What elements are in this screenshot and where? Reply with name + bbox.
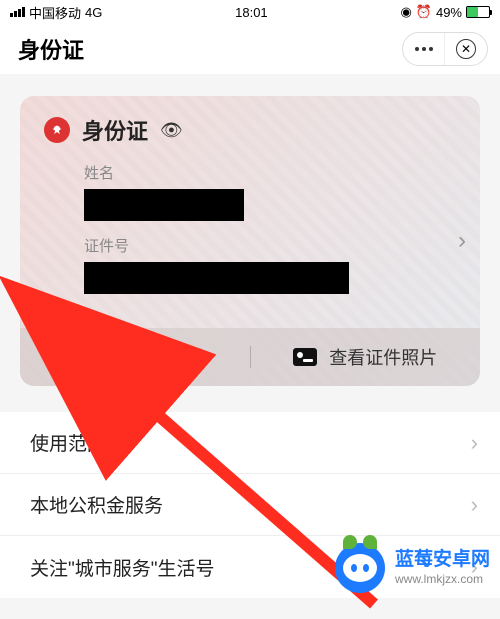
alarm-icon: ⏰	[416, 4, 432, 20]
battery-icon	[466, 6, 490, 18]
card-header: ★ 身份证 👁	[20, 96, 480, 154]
view-photo-label: 查看证件照片	[329, 344, 437, 370]
network: 4G	[85, 5, 102, 20]
card-body: 姓名 证件号 ›	[20, 154, 480, 328]
signal-icon	[10, 7, 25, 17]
location-icon: ◉	[400, 4, 411, 20]
photo-card-icon	[293, 345, 317, 369]
battery-percent: 49%	[436, 5, 462, 20]
more-button[interactable]	[403, 33, 445, 65]
emblem-icon: ★	[44, 117, 70, 143]
status-left: 中国移动 4G	[10, 3, 102, 22]
close-icon: ✕	[456, 39, 476, 59]
list-item-label: 本地公积金服务	[30, 491, 163, 518]
eye-icon[interactable]: 👁	[160, 120, 183, 141]
options-list: 使用范围 › 本地公积金服务 › 关注"城市服务"生活号 ›	[0, 412, 500, 598]
id-number-label: 证件号	[84, 235, 456, 256]
close-button[interactable]: ✕	[445, 33, 487, 65]
chevron-right-icon: ›	[471, 492, 478, 518]
view-ecert-label: 查看电子证件	[99, 344, 207, 370]
view-ecert-button[interactable]: 查看电子证件	[20, 344, 250, 370]
status-bar: 中国移动 4G 18:01 ◉ ⏰ 49%	[0, 0, 500, 24]
qr-icon	[63, 345, 87, 369]
chevron-right-icon[interactable]: ›	[458, 227, 466, 255]
card-title: 身份证	[82, 114, 148, 146]
name-value-redacted	[84, 189, 244, 221]
carrier: 中国移动	[29, 3, 81, 22]
name-label: 姓名	[84, 162, 456, 183]
status-time: 18:01	[235, 5, 268, 20]
header-actions: ✕	[402, 32, 488, 66]
list-item-label: 使用范围	[30, 429, 106, 456]
card-actions: 查看电子证件 查看证件照片	[20, 328, 480, 386]
ellipsis-icon	[415, 47, 433, 51]
list-item-housing-fund[interactable]: 本地公积金服务 ›	[0, 474, 500, 536]
status-right: ◉ ⏰ 49%	[400, 4, 490, 20]
id-number-value-redacted	[84, 262, 349, 294]
list-item-follow[interactable]: 关注"城市服务"生活号 ›	[0, 536, 500, 598]
chevron-right-icon: ›	[471, 430, 478, 456]
view-photo-button[interactable]: 查看证件照片	[251, 344, 481, 370]
id-card[interactable]: ★ 身份证 👁 姓名 证件号 › 查看电子证件 查看证件照片	[20, 96, 480, 386]
chevron-right-icon: ›	[471, 554, 478, 580]
list-item-label: 关注"城市服务"生活号	[30, 554, 215, 581]
list-item-scope[interactable]: 使用范围 ›	[0, 412, 500, 474]
page-title: 身份证	[18, 33, 84, 65]
page-header: 身份证 ✕	[0, 24, 500, 74]
